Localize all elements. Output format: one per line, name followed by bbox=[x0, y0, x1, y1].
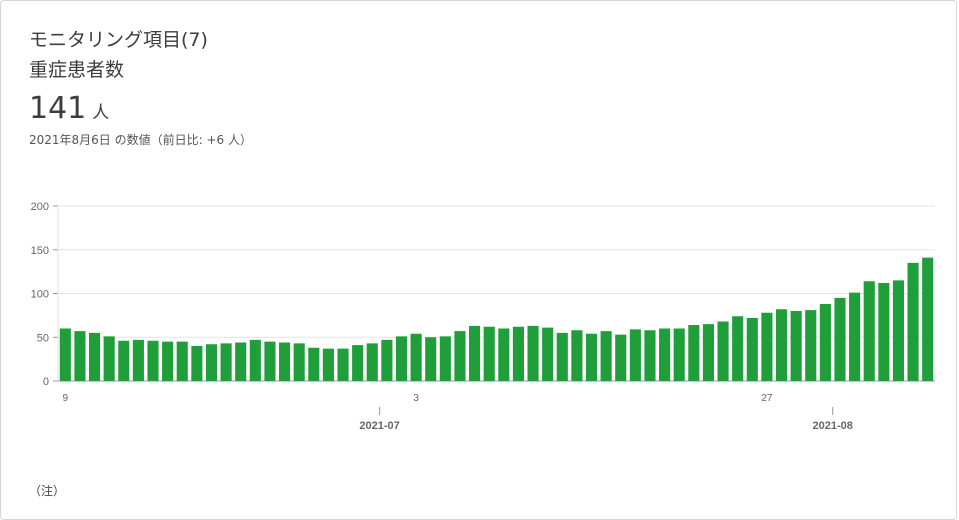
y-tick-label: 200 bbox=[31, 201, 49, 213]
bar bbox=[205, 344, 218, 381]
bar bbox=[629, 329, 641, 381]
bar bbox=[352, 345, 364, 381]
bar bbox=[746, 318, 758, 381]
bar bbox=[279, 342, 291, 381]
bar bbox=[805, 310, 817, 381]
bar bbox=[264, 341, 276, 381]
y-tick-label: 100 bbox=[31, 289, 49, 301]
bar bbox=[849, 292, 861, 381]
bar bbox=[469, 325, 481, 381]
bar bbox=[74, 331, 86, 381]
bar bbox=[249, 339, 261, 381]
bar bbox=[162, 341, 174, 381]
bar bbox=[191, 346, 203, 381]
bar bbox=[395, 336, 408, 381]
footnote: （注） bbox=[29, 484, 66, 498]
bar bbox=[644, 330, 656, 381]
bar bbox=[790, 311, 802, 381]
x-group-label: 2021-08 bbox=[812, 420, 852, 432]
bar bbox=[878, 283, 890, 381]
bar bbox=[176, 341, 188, 381]
bar bbox=[235, 342, 247, 381]
bar bbox=[59, 328, 71, 381]
bar bbox=[600, 331, 612, 381]
severe-patients-bar-chart: 0 50 100 150 200 9 3 27 2021-07 2021-08 bbox=[31, 201, 935, 432]
bar bbox=[702, 324, 714, 381]
bar bbox=[907, 262, 919, 381]
bar bbox=[366, 343, 378, 381]
bar bbox=[775, 309, 788, 381]
bar bbox=[308, 347, 320, 381]
y-tick-label: 50 bbox=[37, 332, 49, 344]
bar bbox=[922, 257, 934, 381]
value-unit: 人 bbox=[92, 103, 110, 123]
bar bbox=[571, 330, 583, 381]
bar bbox=[688, 325, 700, 381]
current-value: 141 bbox=[29, 91, 87, 126]
bar bbox=[147, 340, 159, 381]
bar bbox=[103, 336, 115, 381]
card-subtitle: 重症患者数 bbox=[29, 59, 125, 81]
monitoring-card: モニタリング項目(7) 重症患者数 141 人 2021年8月6日 の数値（前日比… bbox=[0, 0, 957, 520]
bar bbox=[322, 348, 334, 381]
bar bbox=[293, 343, 305, 381]
bar bbox=[761, 312, 773, 381]
date-note: 2021年8月6日 の数値（前日比: +6 人） bbox=[29, 133, 252, 147]
x-tick-label: 3 bbox=[413, 393, 419, 404]
bar bbox=[834, 297, 846, 381]
bar bbox=[132, 339, 144, 381]
bar bbox=[118, 340, 130, 381]
bar bbox=[659, 328, 671, 381]
bar bbox=[337, 348, 349, 381]
bar bbox=[673, 328, 685, 381]
bar bbox=[819, 304, 831, 381]
card-title: モニタリング項目(7) bbox=[29, 29, 208, 51]
bar bbox=[220, 343, 232, 381]
bar bbox=[615, 334, 627, 381]
x-group-label: 2021-07 bbox=[359, 420, 399, 432]
y-tick-label: 0 bbox=[43, 376, 49, 388]
y-tick-label: 150 bbox=[31, 245, 49, 257]
bar bbox=[425, 337, 437, 381]
bar bbox=[88, 332, 101, 381]
current-value-row: 141 人 bbox=[29, 92, 109, 126]
bar bbox=[892, 280, 905, 381]
bar bbox=[498, 328, 510, 381]
bar bbox=[454, 331, 466, 381]
bar bbox=[863, 281, 875, 381]
bar bbox=[556, 332, 568, 381]
bar bbox=[483, 326, 495, 381]
bar bbox=[381, 339, 393, 381]
bar bbox=[439, 336, 451, 381]
x-tick-label: 27 bbox=[761, 393, 773, 404]
bar bbox=[732, 316, 744, 381]
bar bbox=[717, 321, 729, 381]
bar bbox=[585, 333, 598, 381]
x-tick-label: 9 bbox=[63, 393, 69, 404]
bar bbox=[512, 326, 524, 381]
bar bbox=[410, 333, 422, 381]
bar bbox=[527, 325, 539, 381]
bar bbox=[542, 327, 554, 381]
